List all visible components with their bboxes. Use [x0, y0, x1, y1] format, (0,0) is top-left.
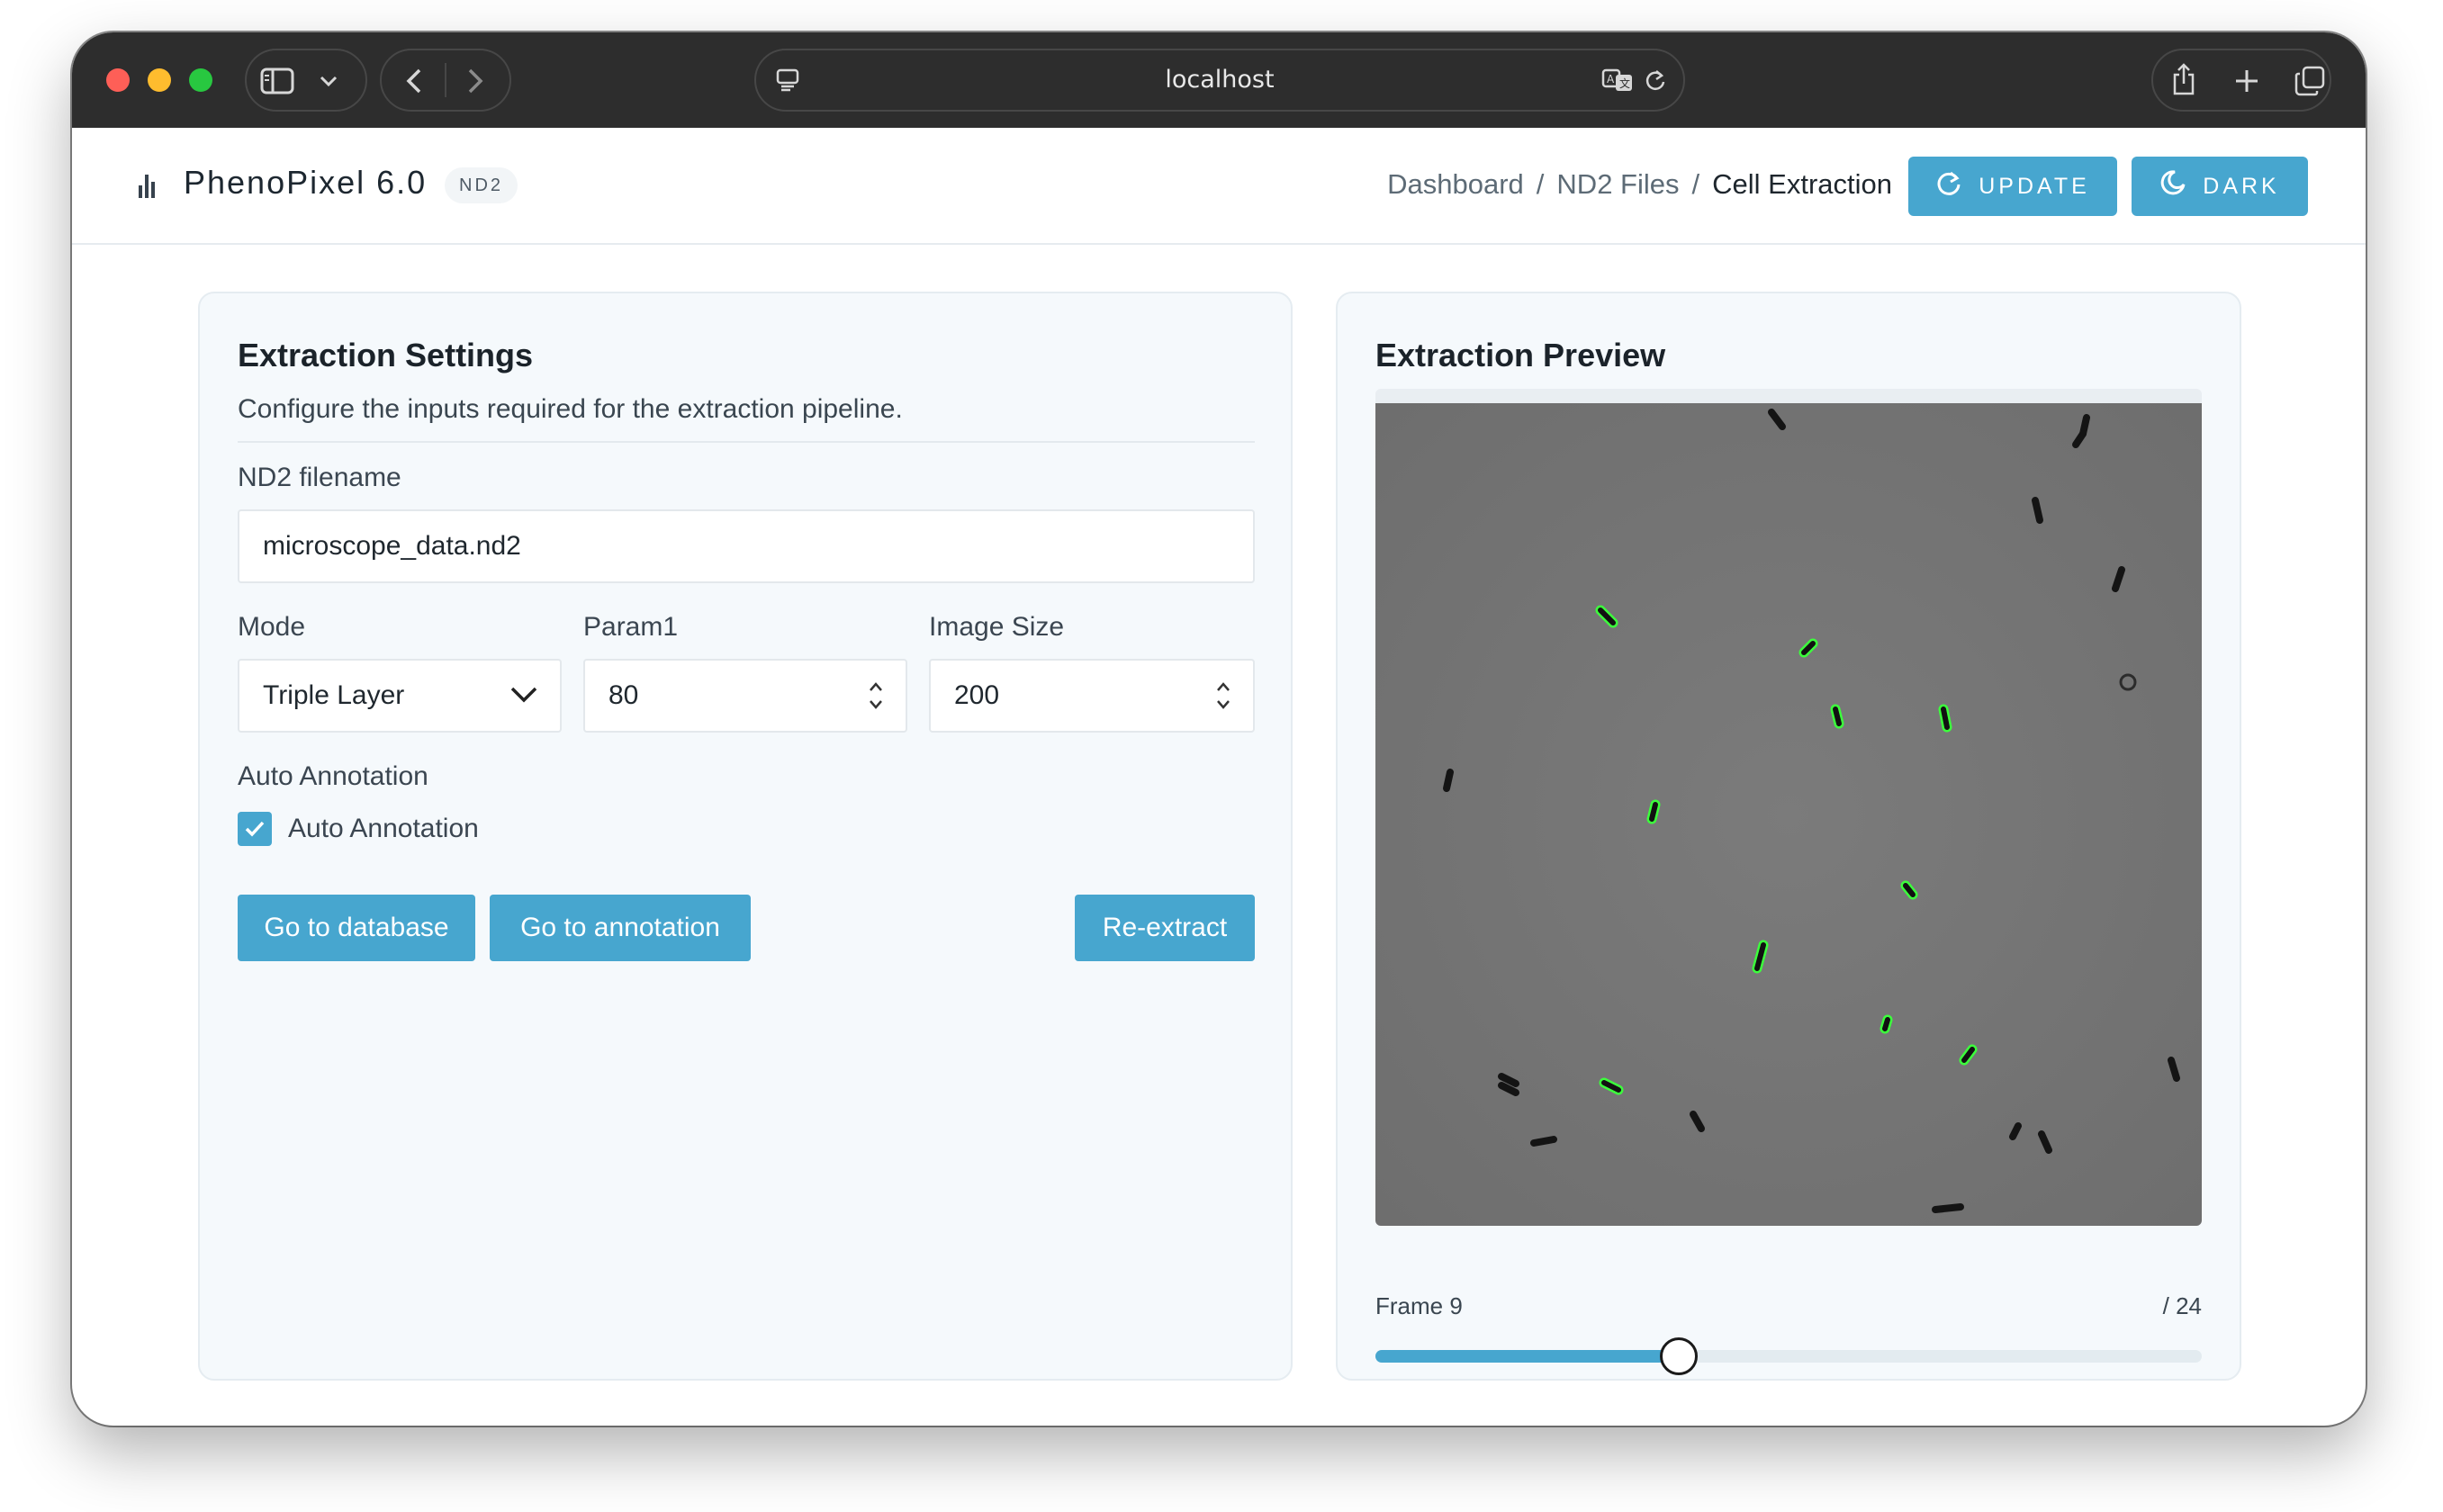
reload-icon[interactable]	[1642, 67, 1669, 94]
auto-annotation-checkbox[interactable]	[238, 812, 272, 846]
image-size-value: 200	[954, 680, 1000, 710]
filename-value: microscope_data.nd2	[263, 531, 521, 561]
dark-mode-button[interactable]: DARK	[2132, 157, 2308, 216]
preview-title: Extraction Preview	[1375, 337, 1666, 374]
translate-icon[interactable]: A文	[1600, 67, 1636, 94]
image-size-label: Image Size	[929, 612, 1065, 642]
frame-label: Frame 9	[1375, 1292, 1463, 1319]
filename-label: ND2 filename	[238, 463, 401, 492]
minimize-window-button[interactable]	[148, 68, 171, 92]
forward-icon[interactable]	[455, 63, 495, 99]
param1-label: Param1	[583, 612, 679, 642]
re-extract-button[interactable]: Re-extract	[1075, 895, 1255, 961]
reader-icon[interactable]	[774, 67, 801, 94]
logo-icon	[139, 175, 157, 198]
breadcrumb-separator: /	[1536, 168, 1545, 200]
auto-annotation-heading: Auto Annotation	[238, 761, 428, 791]
chevron-down-icon	[509, 661, 538, 758]
mode-value: Triple Layer	[263, 680, 405, 710]
browser-window: localhost A文 PhenoPixel 6.0 ND2 Dashboar…	[72, 32, 2366, 1426]
extraction-settings-card: Extraction Settings Configure the inputs…	[198, 292, 1293, 1381]
app-title: PhenoPixel 6.0	[184, 164, 428, 201]
divider	[238, 441, 1255, 443]
tabs-overview-icon[interactable]	[2292, 63, 2328, 99]
frame-slider-fill	[1375, 1350, 1679, 1363]
new-tab-icon[interactable]	[2229, 63, 2265, 99]
refresh-icon	[1935, 169, 1962, 203]
frame-slider-thumb[interactable]	[1659, 1337, 1698, 1375]
extraction-preview-card: Extraction Preview Frame 9 / 24	[1336, 292, 2241, 1381]
mode-select[interactable]: Triple Layer	[238, 659, 562, 733]
go-to-database-button[interactable]: Go to database	[238, 895, 475, 961]
sidebar-icon[interactable]	[259, 67, 295, 95]
filename-input[interactable]: microscope_data.nd2	[238, 509, 1255, 583]
dark-label: DARK	[2203, 173, 2280, 199]
file-type-badge: ND2	[445, 167, 518, 203]
app-header: PhenoPixel 6.0 ND2 Dashboard / ND2 Files…	[72, 128, 2366, 245]
stepper-icon[interactable]	[868, 679, 884, 713]
nav-separator	[445, 63, 446, 97]
preview-image-frame	[1375, 389, 2202, 1226]
param1-value: 80	[608, 680, 639, 710]
param1-input[interactable]: 80	[583, 659, 907, 733]
mode-label: Mode	[238, 612, 306, 642]
breadcrumb-dashboard[interactable]: Dashboard	[1387, 168, 1524, 201]
breadcrumb-cell-extraction: Cell Extraction	[1712, 168, 1892, 200]
browser-toolbar: localhost A文	[72, 32, 2366, 128]
breadcrumb-nd2-files[interactable]: ND2 Files	[1556, 168, 1679, 201]
share-icon[interactable]	[2166, 59, 2202, 99]
chevron-down-icon[interactable]	[315, 65, 342, 97]
address-bar[interactable]: localhost A文	[754, 49, 1685, 112]
zoom-window-button[interactable]	[189, 68, 212, 92]
back-icon[interactable]	[394, 63, 434, 99]
breadcrumb: Dashboard / ND2 Files / Cell Extraction	[1387, 162, 1892, 207]
frame-total: / 24	[2162, 1292, 2202, 1319]
svg-text:文: 文	[1619, 76, 1630, 90]
auto-annotation-checkbox-label[interactable]: Auto Annotation	[288, 814, 479, 844]
stepper-icon[interactable]	[1215, 679, 1231, 713]
address-text: localhost	[1165, 66, 1275, 94]
close-window-button[interactable]	[106, 68, 130, 92]
breadcrumb-separator: /	[1691, 168, 1700, 200]
svg-text:A: A	[1607, 73, 1615, 86]
update-label: UPDATE	[1979, 173, 2090, 199]
image-size-input[interactable]: 200	[929, 659, 1255, 733]
settings-title: Extraction Settings	[238, 337, 534, 374]
microscope-image	[1375, 403, 2202, 1226]
update-button[interactable]: UPDATE	[1908, 157, 2117, 216]
settings-description: Configure the inputs required for the ex…	[238, 394, 903, 424]
go-to-annotation-button[interactable]: Go to annotation	[490, 895, 751, 961]
frame-slider[interactable]	[1375, 1337, 2202, 1375]
moon-icon	[2159, 169, 2186, 203]
